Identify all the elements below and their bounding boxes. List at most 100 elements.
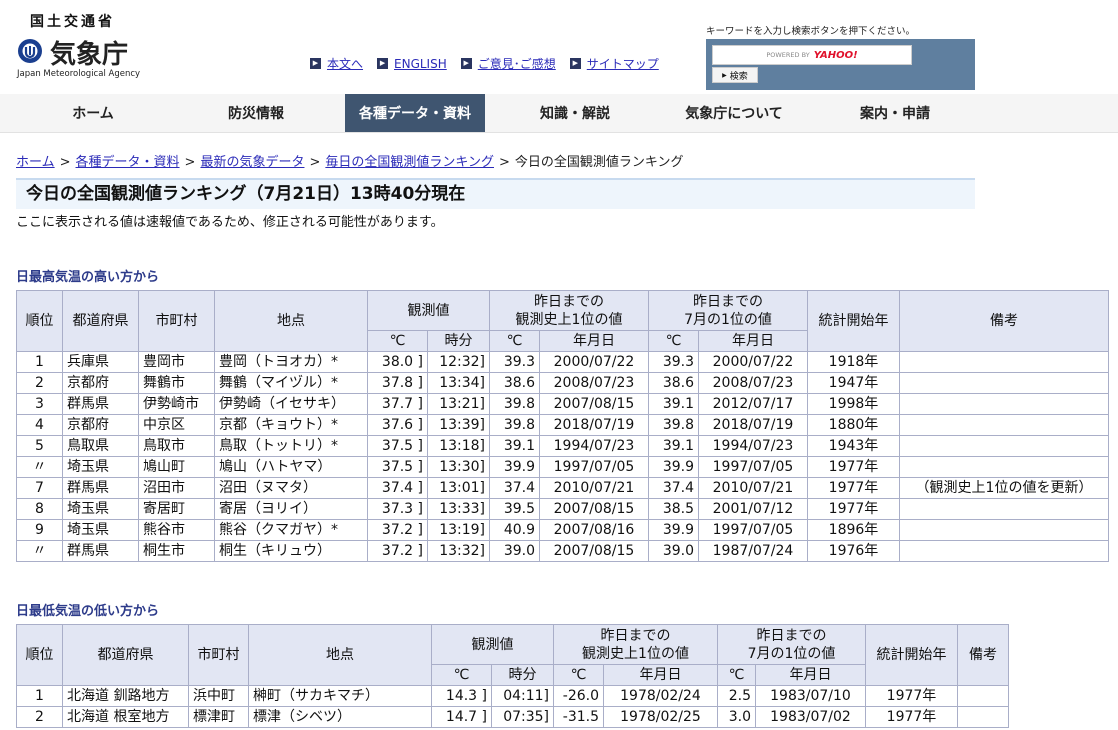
prefecture-cell: 埼玉県 [62,519,139,541]
col-prefecture: 都道府県 [62,624,189,686]
link-label[interactable]: ご意見･ご感想 [478,55,556,72]
col-date: 年月日 [755,664,866,686]
observed-temp-cell: 37.3 ] [367,498,428,520]
feedback-link[interactable]: ▶ ご意見･ご感想 [460,55,556,72]
col-station: 地点 [214,290,368,352]
table-row: 〃群馬県 桐生市 桐生（キリュウ） 37.2 ] 13:32] 39.0 2007/08/1… [16,540,1109,562]
link-label[interactable]: 本文へ [327,55,363,72]
station-cell: 桐生（キリュウ） [214,540,368,562]
observed-time-cell: 13:21] [427,393,490,415]
station-cell: 鳥取（トットリ）* [214,435,368,457]
month-date-cell: 1983/07/10 [755,685,866,707]
nav-guide[interactable]: 案内・申請 [825,94,965,132]
month-date-cell: 1997/07/05 [698,519,808,541]
rank-cell: 9 [16,519,63,541]
municipality-cell: 豊岡市 [138,351,215,373]
rank-cell: 〃 [16,540,63,562]
breadcrumb-daily-ranking[interactable]: 毎日の全国観測値ランキング [325,155,494,170]
nav-knowledge[interactable]: 知識・解説 [505,94,645,132]
nav-home[interactable]: ホーム [14,94,172,132]
record-temp-cell: 39.8 [489,414,540,436]
start-year-cell: 1947年 [807,372,900,394]
col-date: 年月日 [603,664,718,686]
agency-english-name: Japan Meteorological Agency [17,69,141,79]
caret-right-icon: ▶ [722,71,727,79]
table-row: 1 兵庫県 豊岡市 豊岡（トヨオカ）* 38.0 ] 12:32] 39.3 2000/07/… [16,351,1109,373]
yahoo-logo: YAHOO! [813,49,858,61]
col-degc: ℃ [489,330,540,352]
breadcrumb-latest[interactable]: 最新の気象データ [200,155,304,170]
nav-data-materials[interactable]: 各種データ・資料 [345,94,485,132]
low-temp-heading: 日最低気温の低い方から [16,604,160,619]
start-year-cell: 1977年 [865,706,958,728]
record-temp-cell: 39.8 [489,393,540,415]
skip-to-content-link[interactable]: ▶ 本文へ [310,55,363,72]
observed-temp-cell: 37.4 ] [367,477,428,499]
start-year-cell: 1977年 [865,685,958,707]
search-input[interactable]: POWERED BY YAHOO! [712,45,912,65]
rank-cell: 7 [16,477,63,499]
month-date-cell: 1987/07/24 [698,540,808,562]
high-temp-heading: 日最高気温の高い方から [16,270,160,285]
month-date-cell: 2012/07/17 [698,393,808,415]
month-temp-cell: 38.6 [648,372,699,394]
record-date-cell: 1997/07/05 [539,456,649,478]
observed-time-cell: 13:19] [427,519,490,541]
municipality-cell: 鳥取市 [138,435,215,457]
search-hint: キーワードを入力し検索ボタンを押下ください。 [706,26,916,37]
record-temp-cell: 39.1 [489,435,540,457]
arrow-right-icon: ▶ [460,58,472,69]
station-cell: 熊谷（クマガヤ）* [214,519,368,541]
observed-temp-cell: 37.2 ] [367,519,428,541]
search-button-label: 検索 [729,71,748,82]
sitemap-link[interactable]: ▶ サイトマップ [569,55,659,72]
breadcrumb-home[interactable]: ホーム [16,155,55,170]
observed-time-cell: 13:39] [427,414,490,436]
col-observed: 観測値 [431,624,554,665]
record-temp-cell: 39.9 [489,456,540,478]
english-link[interactable]: ▶ ENGLISH [377,55,447,72]
col-record-low: 昨日までの 観測史上1位の値 [553,624,718,665]
month-date-cell: 1997/07/05 [698,456,808,478]
observed-time-cell: 07:35] [491,706,554,728]
record-temp-cell: 39.0 [489,540,540,562]
rank-cell: 1 [16,685,63,707]
remarks-cell [899,498,1109,520]
remarks-cell [957,685,1009,707]
agency-name[interactable]: 気象庁 [50,34,128,71]
start-year-cell: 1976年 [807,540,900,562]
station-cell: 寄居（ヨリイ） [214,498,368,520]
month-temp-cell: 39.3 [648,351,699,373]
link-label[interactable]: サイトマップ [587,55,659,72]
nav-disaster-info[interactable]: 防災情報 [186,94,326,132]
start-year-cell: 1943年 [807,435,900,457]
col-rank: 順位 [16,624,63,686]
month-temp-cell: 3.0 [717,706,756,728]
prefecture-cell: 京都府 [62,372,139,394]
global-nav: ホーム 防災情報 各種データ・資料 知識・解説 気象庁について 案内・申請 [0,94,1118,133]
rank-cell: 2 [16,706,63,728]
col-july-low: 昨日までの 7月の1位の値 [717,624,866,665]
search-button[interactable]: ▶ 検索 [712,67,758,83]
record-date-cell: 2000/07/22 [539,351,649,373]
municipality-cell: 舞鶴市 [138,372,215,394]
rank-cell: 〃 [16,456,63,478]
preliminary-notice: ここに表示される値は速報値であるため、修正される可能性があります。 [16,215,444,230]
prefecture-cell: 京都府 [62,414,139,436]
breadcrumb-data[interactable]: 各種データ・資料 [76,155,180,170]
arrow-right-icon: ▶ [310,58,321,69]
jma-logo-icon[interactable] [17,38,43,64]
rank-cell: 4 [16,414,63,436]
table-row: 3 群馬県 伊勢崎市 伊勢崎（イセサキ） 37.7 ] 13:21] 39.8 2007/08… [16,393,1109,415]
table-row: 8 埼玉県 寄居町 寄居（ヨリイ） 37.3 ] 13:33] 39.5 2007/08/15… [16,498,1109,520]
record-temp-cell: 38.6 [489,372,540,394]
start-year-cell: 1998年 [807,393,900,415]
nav-about[interactable]: 気象庁について [664,94,804,132]
station-cell: 京都（キョウト）* [214,414,368,436]
arrow-right-icon: ▶ [569,58,581,69]
link-label[interactable]: ENGLISH [394,57,447,71]
municipality-cell: 寄居町 [138,498,215,520]
prefecture-cell: 兵庫県 [62,351,139,373]
col-start-year: 統計開始年 [807,290,900,352]
col-station: 地点 [248,624,432,686]
